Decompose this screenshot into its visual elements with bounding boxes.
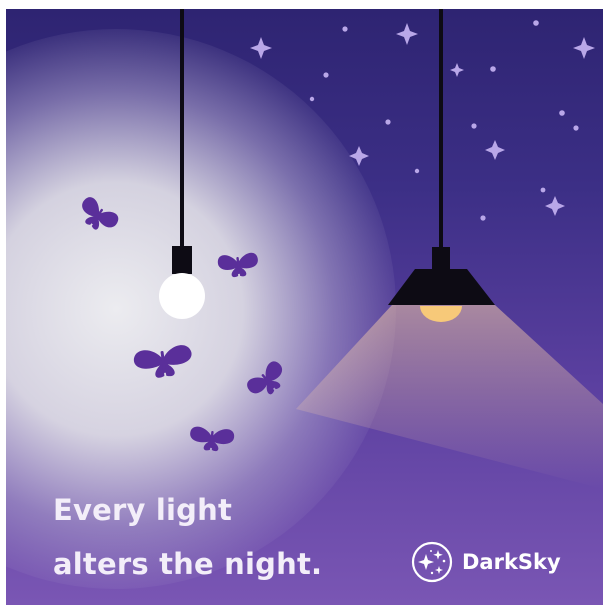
dot-star xyxy=(559,110,565,116)
sparkle-star xyxy=(396,23,418,45)
sparkle-star xyxy=(450,63,464,77)
brand-name: DarkSky xyxy=(462,550,561,574)
moth xyxy=(190,426,235,452)
dot-star xyxy=(540,187,546,193)
sparkle-star xyxy=(485,140,505,160)
bare-bulb-lamp xyxy=(159,9,205,319)
lamp-shade xyxy=(388,269,495,305)
lamp-socket xyxy=(432,247,450,271)
shielded-lamp xyxy=(388,9,495,322)
sparkle-star xyxy=(250,37,272,59)
dot-star xyxy=(573,125,579,131)
sparkle-star xyxy=(573,37,595,59)
bare-bulb xyxy=(159,273,205,319)
lamp-cord xyxy=(180,9,184,247)
headline-line-1: Every light xyxy=(53,493,233,527)
brand-logo: DarkSky xyxy=(410,540,561,584)
sparkle-star xyxy=(545,196,565,216)
dot-star xyxy=(342,26,348,32)
sparkle-circle-icon xyxy=(411,541,453,583)
sparkle-star xyxy=(349,146,369,166)
moth xyxy=(217,252,258,278)
dot-star xyxy=(385,119,391,125)
headline-line-2: alters the night. xyxy=(53,547,323,581)
moth xyxy=(133,345,192,378)
dot-star xyxy=(414,168,420,174)
moth xyxy=(247,361,282,395)
poster: Every light alters the night. DarkSky xyxy=(6,9,603,605)
dot-star xyxy=(471,123,477,129)
stars xyxy=(250,20,595,221)
dot-star xyxy=(323,72,329,78)
dot-star xyxy=(490,66,496,72)
dot-star xyxy=(533,20,539,26)
dot-star xyxy=(309,96,315,102)
moth xyxy=(82,197,119,230)
dot-star xyxy=(480,215,486,221)
downward-light-beam xyxy=(296,305,603,489)
lamp-cord xyxy=(439,9,443,249)
bulb-socket xyxy=(172,246,192,274)
